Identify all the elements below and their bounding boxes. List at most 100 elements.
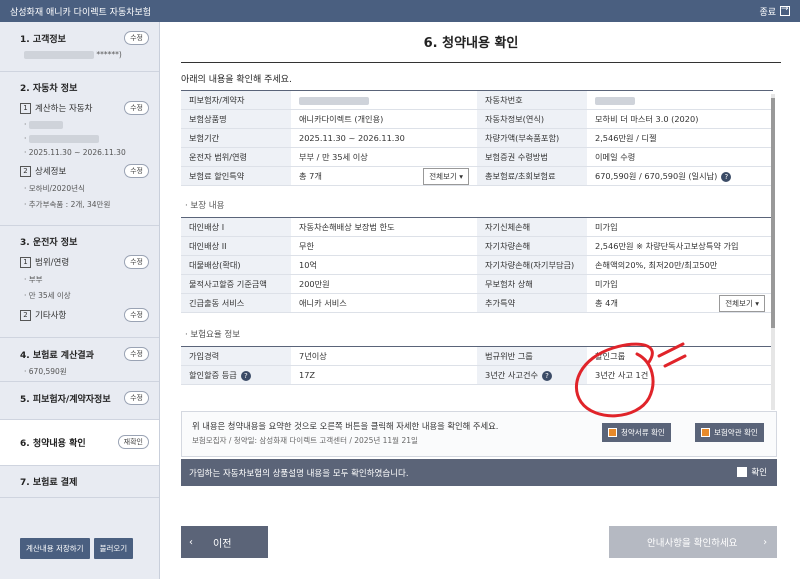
- edit-insured-button[interactable]: 수정: [124, 391, 149, 405]
- table-header-cell: 대인배상 II: [181, 236, 291, 256]
- check-policy-terms-button[interactable]: 보험약관 확인: [695, 423, 764, 442]
- table-header-cell: 할인할증 등급?: [181, 365, 291, 385]
- car-extras: 추가부속품 : 2개, 34만원: [28, 200, 111, 209]
- table-row: 보험료 할인특약 총 7개 전체보기 ▾ 총보험료/초회보험료 670,590원 / 6…: [181, 166, 773, 186]
- checkbox-icon: [608, 428, 617, 437]
- table-header-cell: 자동차정보(연식): [477, 109, 587, 129]
- checkbox-icon: [701, 428, 710, 437]
- edit-car-button[interactable]: 수정: [124, 101, 149, 115]
- coverage-section-title: · 보장 내용: [185, 201, 225, 211]
- table-row: 보험기간 2025.11.30 ~ 2026.11.30 차량가액(부속품포함) 2,…: [181, 128, 773, 148]
- edit-premium-button[interactable]: 수정: [124, 347, 149, 361]
- prev-button[interactable]: ‹ 이전: [181, 526, 268, 558]
- sidebar: 1. 고객정보 수정 ******) 2. 자동차 정보 1 계산하는 자동차 수…: [0, 22, 160, 579]
- table-header-cell: 자동차번호: [477, 90, 587, 110]
- intro-text: 아래의 내용을 확인해 주세요.: [181, 75, 292, 85]
- scrollbar-thumb[interactable]: [771, 98, 775, 328]
- table-header-cell: 차량가액(부속품포함): [477, 128, 587, 148]
- table-value-cell: 부부 / 만 35세 이상: [291, 147, 477, 167]
- table-header-cell: 운전자 범위/연령: [181, 147, 291, 167]
- table-value-cell: [291, 90, 477, 110]
- close-label: 종료: [759, 7, 776, 18]
- table-value-cell: 2025.11.30 ~ 2026.11.30: [291, 128, 477, 148]
- table-row: 보험상품명 애니카다이렉트 (개인용) 자동차정보(연식) 모하비 더 마스터 3.0…: [181, 109, 773, 129]
- chevron-right-icon: ›: [763, 536, 767, 548]
- table-value-cell: 자동차손해배상 보장법 한도: [291, 217, 477, 237]
- title-bar: 삼성화재 애니카 다이렉트 자동차보험 종료: [0, 0, 800, 22]
- sidebar-section-car: 2. 자동차 정보 1 계산하는 자동차 수정 · · · 2025.11.30 …: [0, 72, 159, 226]
- table-header-cell: 피보험자/계약자: [181, 90, 291, 110]
- insurance-period: 2025.11.30 ~ 2026.11.30: [28, 148, 126, 157]
- table-row: 대인배상 I 자동차손해배상 보장법 한도 자기신체손해 미가입: [181, 217, 773, 237]
- table-header-cell: 보험료 할인특약: [181, 166, 291, 186]
- edit-scope-button[interactable]: 수정: [124, 255, 149, 269]
- close-icon: [780, 4, 790, 16]
- table-row: 대물배상(확대) 10억 자기차량손해(자기부담금) 손해액의20%, 최저20만/최…: [181, 255, 773, 275]
- view-all-button[interactable]: 전체보기 ▾: [423, 167, 469, 185]
- section-title: 7. 보험료 결제: [20, 478, 78, 488]
- premium-amount: 670,590원: [28, 367, 67, 376]
- masked-id: ******): [96, 50, 122, 59]
- confirm-bar: 가입하는 자동차보험의 상품설명 내용을 모두 확인하였습니다. 확인: [181, 459, 777, 486]
- sub-title-etc: 기타사항: [35, 311, 67, 321]
- coverage-table: 대인배상 I 자동차손해배상 보장법 한도 자기신체손해 미가입 대인배상 II 무한 자기…: [181, 217, 773, 313]
- table-header-cell: 총보험료/초회보험료: [477, 166, 587, 186]
- help-icon[interactable]: ?: [542, 370, 553, 381]
- sidebar-section-review[interactable]: 6. 청약내용 확인 재확인: [0, 420, 159, 466]
- check-application-docs-button[interactable]: 청약서류 확인: [602, 423, 671, 442]
- basic-info-table: 피보험자/계약자 자동차번호 보험상품명 애니카다이렉트 (개인용) 자동차정보(연식)…: [181, 90, 773, 186]
- summary-scroll-area[interactable]: 피보험자/계약자 자동차번호 보험상품명 애니카다이렉트 (개인용) 자동차정보(연식)…: [181, 90, 777, 410]
- next-button[interactable]: 안내사항을 확인하세요 ›: [609, 526, 777, 558]
- edit-customer-button[interactable]: 수정: [124, 31, 149, 45]
- table-value-cell: 무한: [291, 236, 477, 256]
- sub-title-scope: 범위/연령: [35, 258, 70, 268]
- help-icon[interactable]: ?: [240, 370, 251, 381]
- table-value-cell: 총 4개 전체보기 ▾: [587, 293, 773, 313]
- confirm-checkbox[interactable]: 확인: [737, 466, 767, 478]
- table-header-cell: 긴급출동 서비스: [181, 293, 291, 313]
- table-header-cell: 보험증권 수령방법: [477, 147, 587, 167]
- main-content: 6. 청약내용 확인 아래의 내용을 확인해 주세요. 피보험자/계약자 자동차번…: [161, 22, 800, 579]
- table-header-cell: 자기신체손해: [477, 217, 587, 237]
- table-value-cell: [587, 90, 773, 110]
- table-value-cell: 애니카다이렉트 (개인용): [291, 109, 477, 129]
- masked-value: [299, 96, 369, 105]
- masked-name: [24, 51, 94, 59]
- rate-table: 가입경력 7년이상 법규위반 그룹 할인그룹 할인할증 등급? 17Z 3년간 사고건수? 3…: [181, 346, 773, 385]
- table-value-cell: 200만원: [291, 274, 477, 294]
- driver-age: 만 35세 이상: [28, 291, 71, 300]
- table-value-cell: 670,590원 / 670,590원 (일시납)?: [587, 166, 773, 186]
- scrollbar[interactable]: [771, 94, 775, 410]
- close-button[interactable]: 종료: [759, 4, 790, 18]
- table-value-cell: 모하비 더 마스터 3.0 (2020): [587, 109, 773, 129]
- help-icon[interactable]: ?: [721, 171, 732, 182]
- sub-title-car: 계산하는 자동차: [35, 104, 93, 114]
- table-value-cell: 미가입: [587, 274, 773, 294]
- step-number: 2: [20, 165, 31, 177]
- load-button[interactable]: 불러오기: [93, 538, 134, 559]
- save-calculation-button[interactable]: 계산내용 저장하기: [20, 538, 90, 559]
- masked-car-number: [28, 121, 63, 129]
- view-all-button[interactable]: 전체보기 ▾: [719, 294, 765, 312]
- table-row: 물적사고할증 기준금액 200만원 무보험차 상해 미가입: [181, 274, 773, 294]
- checkbox-icon: [737, 467, 748, 477]
- table-value-cell: 2,546만원 ※ 차량단독사고보상특약 가입: [587, 236, 773, 256]
- table-row: 운전자 범위/연령 부부 / 만 35세 이상 보험증권 수령방법 이메일 수령: [181, 147, 773, 167]
- table-header-cell: 3년간 사고건수?: [477, 365, 587, 385]
- table-value-cell: 손해액의20%, 최저20만/최고50만: [587, 255, 773, 275]
- table-header-cell: 가입경력: [181, 346, 291, 366]
- table-row: 할인할증 등급? 17Z 3년간 사고건수? 3년간 사고 1건: [181, 365, 773, 385]
- masked-value: [595, 96, 635, 105]
- reconfirm-button[interactable]: 재확인: [117, 435, 149, 449]
- table-header-cell: 보험기간: [181, 128, 291, 148]
- driver-scope: 부부: [28, 275, 43, 284]
- table-value-cell: 할인그룹: [587, 346, 773, 366]
- table-header-cell: 물적사고할증 기준금액: [181, 274, 291, 294]
- edit-etc-button[interactable]: 수정: [124, 308, 149, 322]
- sidebar-actions: 계산내용 저장하기 불러오기: [20, 538, 134, 559]
- table-header-cell: 대물배상(확대): [181, 255, 291, 275]
- sidebar-section-driver: 3. 운전자 정보 1 범위/연령 수정 · 부부 · 만 35세 이상 2 기타사…: [0, 226, 159, 338]
- chevron-left-icon: ‹: [189, 536, 193, 548]
- sidebar-section-insured: 5. 피보험자/계약자정보 수정: [0, 382, 159, 420]
- edit-detail-button[interactable]: 수정: [124, 164, 149, 178]
